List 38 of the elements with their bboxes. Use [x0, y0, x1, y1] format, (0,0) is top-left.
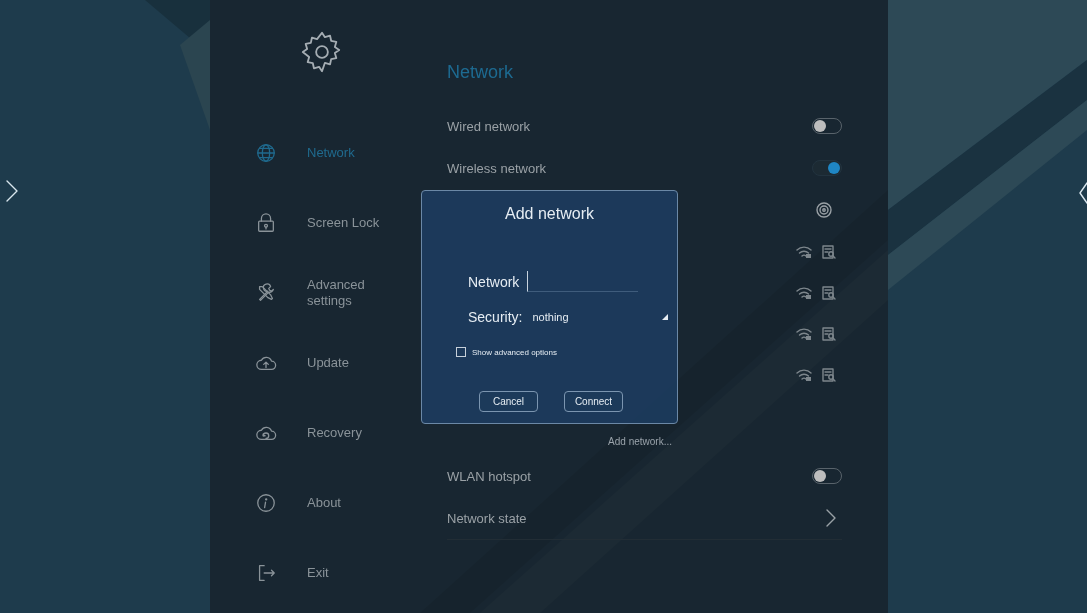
- setting-label[interactable]: Network state: [447, 510, 527, 526]
- checkbox[interactable]: [456, 347, 466, 357]
- sidebar-item[interactable]: About: [255, 468, 420, 538]
- wifi-lock-icon: [796, 367, 812, 382]
- network-name-field[interactable]: [527, 271, 639, 292]
- chevron-left-icon[interactable]: [1079, 182, 1087, 204]
- setting-label: Wireless network: [447, 160, 546, 176]
- wifi-lock-icon: [796, 244, 812, 259]
- security-label: Security:: [468, 309, 523, 325]
- dropdown-triangle-icon: [662, 314, 669, 320]
- sidebar-item[interactable]: Recovery: [255, 398, 420, 468]
- sidebar-item[interactable]: Update: [255, 328, 420, 398]
- network-label: Network: [468, 273, 520, 290]
- checkbox-label: Show advanced options: [472, 347, 557, 357]
- page-title: Network: [447, 62, 514, 83]
- setting-label: WLAN hotspot: [447, 468, 531, 484]
- cancel-button[interactable]: Cancel: [479, 391, 538, 412]
- wifi-lock-icon: [796, 285, 812, 300]
- sidebar-item[interactable]: Advanced settings: [255, 258, 420, 328]
- security-dropdown[interactable]: nothing: [532, 311, 673, 323]
- connect-button[interactable]: Connect: [564, 391, 623, 412]
- sidebar-item[interactable]: Network: [255, 118, 420, 188]
- details-icon[interactable]: [822, 367, 836, 382]
- info-icon: [255, 492, 277, 514]
- chevron-right-icon[interactable]: [826, 509, 836, 527]
- globe-icon: [255, 142, 277, 164]
- setting-label: Wired network: [447, 118, 531, 134]
- wifi-lock-icon: [796, 326, 812, 341]
- toggle-switch[interactable]: [812, 160, 842, 176]
- sidebar-item[interactable]: Screen Lock: [255, 188, 420, 258]
- sidebar-item[interactable]: Exit: [255, 538, 420, 608]
- target-icon[interactable]: [816, 202, 832, 218]
- details-icon[interactable]: [822, 326, 836, 341]
- add-network-link[interactable]: Add network...: [608, 436, 672, 447]
- padlock-icon: [255, 212, 277, 234]
- dialog-title: Add network: [505, 205, 594, 222]
- details-icon[interactable]: [822, 244, 836, 259]
- details-icon[interactable]: [822, 285, 836, 300]
